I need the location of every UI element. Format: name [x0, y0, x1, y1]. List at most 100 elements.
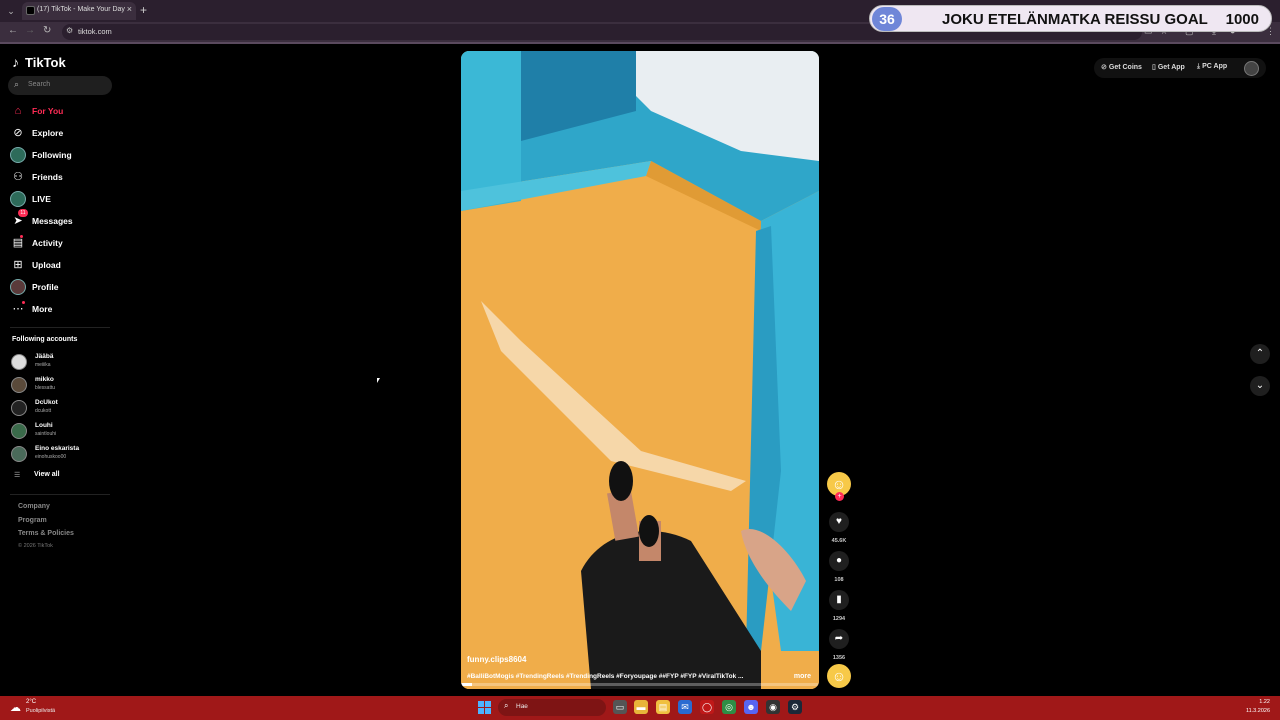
like-button[interactable]: ♥: [829, 512, 849, 532]
follow-plus-icon[interactable]: +: [835, 492, 844, 501]
download-icon: ⤓: [1197, 63, 1201, 70]
home-icon: ⌂: [14, 105, 22, 117]
following-avatar-icon: [10, 147, 26, 163]
following-account[interactable]: Eino eskarista einohuskoo00: [11, 445, 111, 463]
previous-video-button[interactable]: ⌃: [1250, 344, 1270, 364]
sticky-notes-icon[interactable]: ▤: [656, 700, 670, 714]
chrome-icon[interactable]: ◎: [722, 700, 736, 714]
nav-messages-label: Messages: [32, 216, 73, 226]
file-explorer-icon[interactable]: ▬: [634, 700, 648, 714]
site-info-icon[interactable]: ⚙: [66, 26, 73, 35]
compass-icon: ⊘: [13, 127, 23, 139]
reload-icon[interactable]: ↻: [43, 25, 51, 36]
account-name: Louhi: [35, 422, 53, 429]
account-name: mikko: [35, 376, 54, 383]
live-avatar-icon: [10, 191, 26, 207]
steam-icon[interactable]: ⚙: [788, 700, 802, 714]
forward-icon[interactable]: →: [25, 25, 35, 36]
following-account[interactable]: Jääbä meiiika: [11, 353, 111, 371]
search-input[interactable]: ⌕ Search: [8, 76, 112, 95]
browser-tab[interactable]: (17) TikTok - Make Your Day ×: [22, 2, 136, 20]
account-name: DcUkot: [35, 399, 58, 406]
nav-profile[interactable]: Profile: [10, 279, 110, 295]
logo-text: TikTok: [25, 55, 66, 70]
video-player[interactable]: funny.clips8604 #BalliBotMogis #Trending…: [461, 51, 819, 689]
following-account[interactable]: DcUkot dcukott: [11, 399, 111, 417]
view-all-label: View all: [34, 471, 60, 478]
next-video-button[interactable]: ⌄: [1250, 376, 1270, 396]
nav-upload-label: Upload: [32, 260, 61, 270]
nav-messages[interactable]: ➤ 11 Messages: [10, 209, 110, 229]
get-coins-label: Get Coins: [1108, 64, 1142, 71]
nav-live[interactable]: LIVE: [10, 191, 110, 207]
sidebar-divider: [10, 494, 110, 495]
following-account[interactable]: mikko blessattu: [11, 376, 111, 394]
discord-icon[interactable]: ☻: [744, 700, 758, 714]
tiktok-note-icon: ♪: [12, 54, 19, 70]
video-author[interactable]: funny.clips8604: [467, 655, 526, 664]
pc-app-button[interactable]: ⤓ PC App: [1197, 63, 1227, 73]
get-app-label: Get App: [1157, 64, 1185, 71]
nav-friends[interactable]: ⚇ Friends: [10, 169, 110, 185]
caption-more-button[interactable]: more: [794, 673, 811, 680]
footer-program-link[interactable]: Program: [18, 517, 47, 524]
comment-icon: ●: [835, 555, 843, 566]
nav-upload[interactable]: ⊞ Upload: [10, 257, 110, 273]
opera-icon[interactable]: ◯: [700, 700, 714, 714]
nav-following-label: Following: [32, 150, 72, 160]
more-dot: [22, 301, 25, 304]
comment-button[interactable]: ●: [829, 551, 849, 571]
pc-app-label: PC App: [1202, 63, 1228, 70]
stream-goal-overlay: 36 JOKU ETELÄNMATKA REISSU GOAL 1000: [869, 5, 1272, 32]
nav-following[interactable]: Following: [10, 147, 110, 163]
video-caption: #BalliBotMogis #TrendingReels #TrendingR…: [467, 673, 744, 680]
mail-icon[interactable]: ✉: [678, 700, 692, 714]
avatar: [11, 377, 27, 393]
goal-title: JOKU ETELÄNMATKA REISSU GOAL: [942, 11, 1208, 28]
windows-start-icon[interactable]: [478, 701, 491, 714]
goal-current: 36: [872, 7, 902, 31]
share-button[interactable]: ➦: [829, 629, 849, 649]
chevron-down-icon: ⌄: [1255, 380, 1265, 391]
share-arrow-icon: ➦: [834, 633, 844, 644]
user-avatar[interactable]: [1244, 61, 1259, 76]
new-tab-icon[interactable]: +: [140, 3, 147, 17]
url-text: tiktok.com: [78, 27, 112, 36]
weather-temperature: 2°C: [26, 699, 37, 705]
nav-explore[interactable]: ⊘ Explore: [10, 125, 110, 141]
sidebar-divider: [10, 327, 110, 328]
nav-activity[interactable]: ▤ Activity: [10, 235, 110, 251]
back-icon[interactable]: ←: [8, 25, 18, 36]
obs-icon[interactable]: ◉: [766, 700, 780, 714]
tab-list-chevron-icon[interactable]: ⌄: [4, 4, 18, 18]
tab-close-icon[interactable]: ×: [127, 4, 132, 14]
taskbar-search-input[interactable]: ⌕ Hae: [498, 699, 606, 716]
upload-plus-icon: ⊞: [13, 259, 23, 271]
footer-terms-link[interactable]: Terms & Policies: [18, 530, 74, 537]
task-view-icon[interactable]: ▭: [613, 700, 627, 714]
account-handle: einohuskoo00: [35, 454, 67, 460]
clock-date: 11.3.2026: [1245, 708, 1270, 714]
share-count: 1356: [832, 655, 846, 661]
taskbar-search-placeholder: Hae: [516, 703, 528, 710]
save-button[interactable]: ▮: [829, 590, 849, 610]
phone-icon: ▯: [1152, 64, 1156, 71]
video-frame: [461, 51, 819, 689]
friends-icon: ⚇: [13, 171, 23, 183]
get-app-button[interactable]: ▯ Get App: [1152, 63, 1185, 73]
weather-cloud-icon[interactable]: ☁: [10, 701, 21, 714]
following-account[interactable]: Louhi saintlouhi: [11, 422, 111, 440]
music-disc[interactable]: ☺: [827, 664, 851, 688]
activity-inbox-icon: ▤: [12, 237, 24, 249]
nav-activity-label: Activity: [32, 238, 63, 248]
video-progress-bar[interactable]: [461, 683, 819, 686]
footer-company-link[interactable]: Company: [18, 503, 50, 510]
nav-for-you[interactable]: ⌂ For You: [10, 103, 110, 119]
coin-icon: ⊘: [1101, 64, 1107, 71]
account-handle: saintlouhi: [35, 431, 57, 437]
messages-badge: 11: [18, 209, 28, 217]
nav-more[interactable]: ⋯ More: [10, 301, 110, 317]
chevron-up-icon: ⌃: [1255, 348, 1265, 359]
get-coins-button[interactable]: ⊘ Get Coins: [1101, 63, 1142, 73]
nav-profile-label: Profile: [32, 282, 59, 292]
